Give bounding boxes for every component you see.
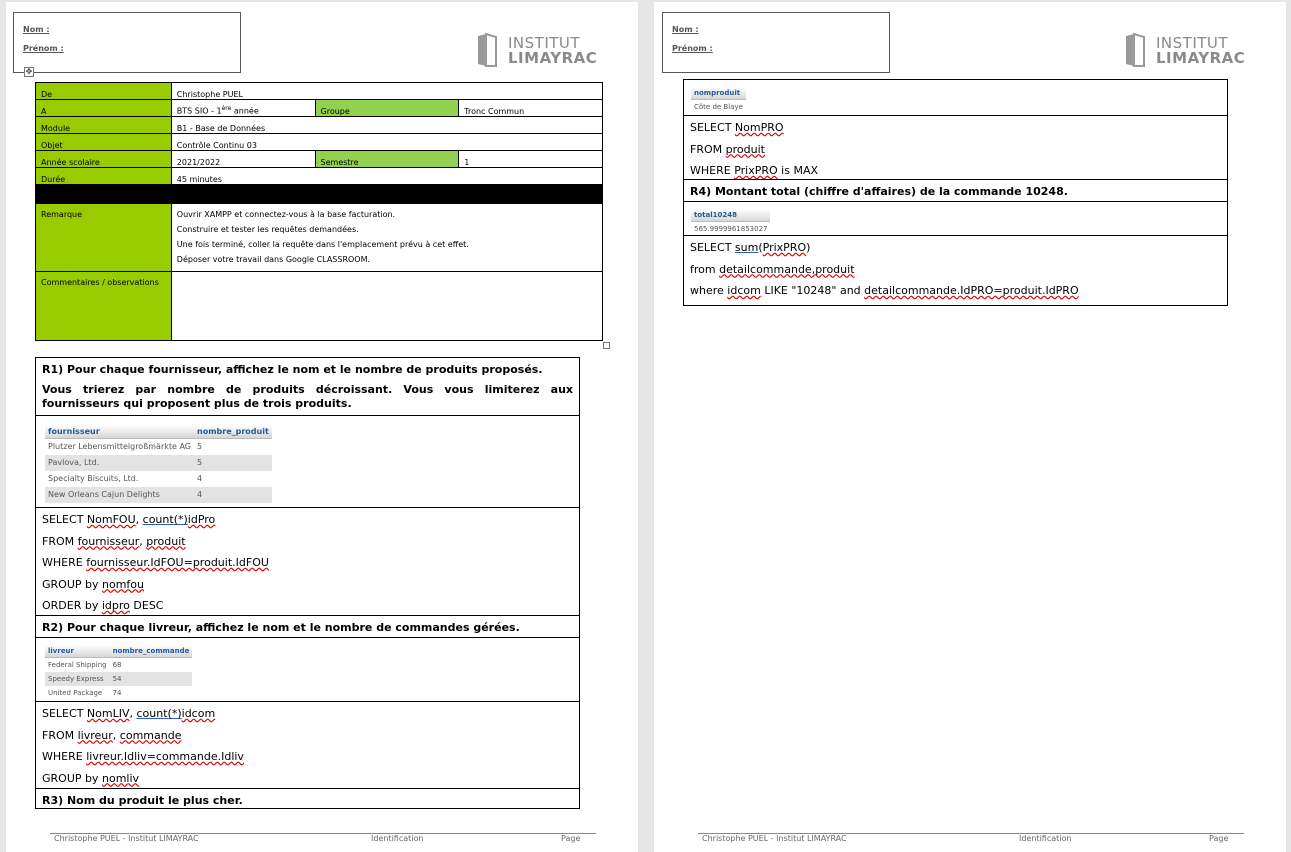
objet-value: Contrôle Continu 03 [170, 133, 604, 151]
nom-label: Nom : [672, 25, 699, 34]
prenom-label: Prénom : [23, 44, 64, 53]
r1-question-cell: R1) Pour chaque fournisseur, affichez le… [36, 358, 579, 416]
module-label: Module [35, 116, 172, 134]
remarque-item: Déposer votre travail dans Google CLASSR… [176, 255, 371, 264]
r2-result-table: livreur nombre_commande Federal Shipping… [45, 645, 193, 700]
groupe-label: Groupe [314, 99, 460, 117]
questions-box-page2: nomproduit Côte de Blaye SELECT NomPRO F… [683, 79, 1228, 306]
remarque-item: Ouvrir XAMPP et connectez-vous à la base… [176, 210, 396, 219]
remarque-item: Construire et tester les requêtes demand… [176, 225, 359, 234]
r4-sql-cell[interactable]: SELECT sum(PrixPRO) from detailcommande,… [684, 236, 1227, 307]
r1-instructions: Vous trierez par nombre de produits décr… [42, 383, 573, 410]
table-row: Speedy Express 54 [45, 671, 193, 686]
remarque-list: Ouvrir XAMPP et connectez-vous à la base… [170, 203, 604, 272]
logo-line2: LIMAYRAC [508, 49, 598, 67]
info-table: De Christophe PUEL A BTS SIO - 1ère anné… [35, 82, 604, 341]
table-row: Pavlova, Ltd. 5 [45, 454, 272, 471]
sql-line: SELECT sum(PrixPRO) [690, 241, 811, 254]
objet-label: Objet [35, 133, 172, 151]
institut-logo: INSTITUT LIMAYRAC [476, 30, 606, 70]
table-resize-handle[interactable] [603, 342, 610, 349]
sql-line: WHERE livreur.Idliv=commande.Idliv [42, 750, 244, 763]
sql-line: FROM fournisseur, produit [42, 534, 186, 548]
column-header: nomproduit [691, 87, 746, 100]
r3-result-table: nomproduit Côte de Blaye [691, 87, 746, 114]
r1-sql-cell[interactable]: SELECT NomFOU, count(*)idPro FROM fourni… [36, 508, 579, 616]
r2-sql-cell[interactable]: SELECT NomLIV, count(*)idcom FROM livreu… [36, 702, 579, 789]
sql-line: FROM livreur, commande [42, 728, 182, 742]
a-value: BTS SIO - 1ère année [170, 99, 316, 117]
footer-page-label: Page [1209, 834, 1229, 843]
name-box: Nom : Prénom : [662, 12, 890, 73]
commentaires-label: Commentaires / observations [35, 271, 172, 341]
duree-value: 45 minutes [170, 167, 604, 185]
r1-result-cell: fournisseur nombre_produit Plutzer Leben… [36, 416, 579, 508]
a-label: A [35, 99, 172, 117]
table-row: Federal Shipping 68 [48, 660, 122, 669]
r2-question-cell: R2) Pour chaque livreur, affichez le nom… [36, 616, 579, 638]
duree-label: Durée [35, 167, 172, 185]
r4-question: R4) Montant total (chiffre d'affaires) d… [690, 185, 1068, 198]
groupe-value: Tronc Commun [458, 99, 603, 117]
r4-question-cell: R4) Montant total (chiffre d'affaires) d… [684, 180, 1227, 202]
sql-line: from detailcommande,produit [690, 262, 855, 276]
sql-line: GROUP by nomfou [42, 577, 144, 591]
de-label: De [35, 82, 172, 100]
logo-line2: LIMAYRAC [1156, 49, 1246, 67]
name-box: Nom : Prénom : [13, 12, 241, 73]
annee-label: Année scolaire [35, 150, 172, 168]
column-header: fournisseur [45, 425, 194, 439]
sql-line: SELECT NomPRO [690, 121, 784, 134]
semestre-label: Semestre [314, 150, 460, 168]
table-row: Côte de Blaye [694, 102, 743, 111]
table-row: Plutzer Lebensmittelgroßmärkte AG 5 [48, 442, 203, 452]
institut-logo: INSTITUT LIMAYRAC [1124, 30, 1254, 70]
r2-result-cell: livreur nombre_commande Federal Shipping… [36, 638, 579, 702]
black-separator-row [35, 184, 603, 204]
footer-page-label: Page [561, 834, 581, 843]
footer-author: Christophe PUEL - Institut LIMAYRAC [54, 834, 199, 843]
nom-label: Nom : [23, 25, 50, 34]
r3-result-cell: nomproduit Côte de Blaye [684, 80, 1227, 116]
table-row: 565.9999961853027 [694, 224, 768, 233]
column-header: nombre_commande [109, 645, 193, 658]
de-value: Christophe PUEL [170, 82, 604, 100]
column-header: livreur [45, 645, 110, 658]
semestre-value: 1 [458, 150, 603, 168]
r3-question-cell: R3) Nom du produit le plus cher. [36, 789, 579, 810]
footer-identification: Identification [371, 834, 424, 843]
r1-result-table: fournisseur nombre_produit Plutzer Leben… [45, 425, 272, 503]
annee-value: 2021/2022 [170, 150, 316, 168]
remarque-label: Remarque [35, 203, 172, 272]
r2-question: R2) Pour chaque livreur, affichez le nom… [42, 621, 520, 634]
column-header: total10248 [691, 209, 771, 222]
table-move-handle[interactable]: ✥ [24, 67, 34, 77]
book-icon [1126, 32, 1145, 67]
sql-line: where idcom LIKE "10248" and detailcomma… [690, 284, 1079, 297]
sql-line: WHERE fournisseur.IdFOU=produit.IdFOU [42, 556, 269, 569]
footer-author: Christophe PUEL - Institut LIMAYRAC [702, 834, 847, 843]
r4-result-table: total10248 565.9999961853027 [691, 209, 771, 236]
table-row: United Package 74 [48, 688, 122, 697]
column-header: nombre_produit [194, 425, 272, 439]
book-icon [478, 32, 497, 67]
remarque-item: Une fois terminé, coller la requête dans… [176, 240, 469, 249]
sql-line: SELECT NomFOU, count(*)idPro [42, 513, 216, 526]
r3-sql-cell[interactable]: SELECT NomPRO FROM produit WHERE PrixPRO… [684, 116, 1227, 180]
r1-question: R1) Pour chaque fournisseur, affichez le… [42, 363, 543, 376]
r3-question: R3) Nom du produit le plus cher. [42, 794, 243, 807]
commentaires-field[interactable] [170, 271, 604, 341]
sql-line: FROM produit [690, 142, 765, 156]
footer-identification: Identification [1019, 834, 1072, 843]
module-value: B1 - Base de Données [170, 116, 604, 134]
document-page-2: Nom : Prénom : INSTITUT LIMAYRAC nomprod… [654, 2, 1286, 852]
questions-box-page1: R1) Pour chaque fournisseur, affichez le… [35, 357, 580, 809]
document-page-1: Nom : Prénom : INSTITUT LIMAYRAC ✥ De Ch… [6, 2, 638, 852]
table-row: New Orleans Cajun Delights 4 [45, 486, 272, 503]
table-row: Specialty Biscuits, Ltd. 4 [48, 474, 203, 483]
prenom-label: Prénom : [672, 44, 713, 53]
r4-result-cell: total10248 565.9999961853027 [684, 202, 1227, 236]
sql-line: SELECT NomLIV, count(*)idcom [42, 707, 216, 720]
